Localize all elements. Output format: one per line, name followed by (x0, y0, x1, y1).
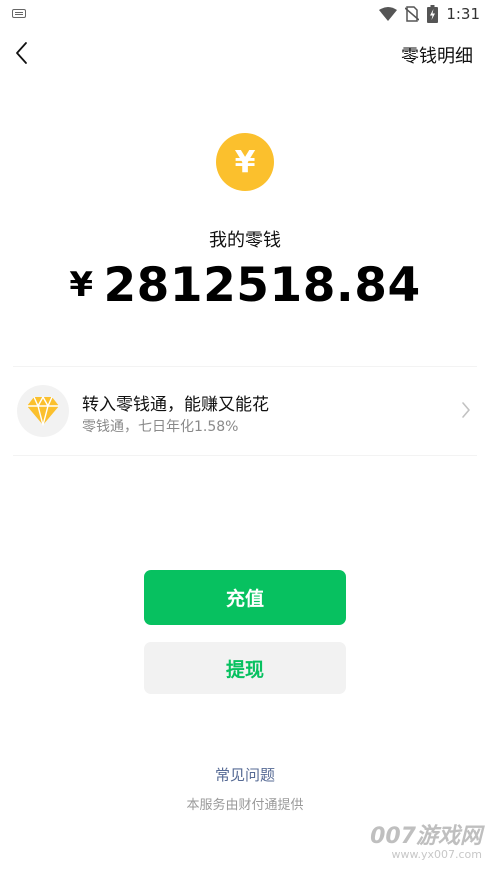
no-sim-icon (405, 6, 420, 22)
watermark: 007游戏网 www.yx007.com (370, 818, 482, 861)
chevron-right-icon (462, 402, 470, 418)
provider-text: 本服务由财付通提供 (186, 798, 304, 813)
wifi-icon (379, 7, 398, 21)
battery-charging-icon (427, 5, 439, 23)
withdraw-button[interactable]: 提现 (144, 642, 346, 694)
promo-subtitle: 零钱通，七日年化1.58% (82, 419, 239, 435)
diamond-icon (17, 385, 69, 437)
status-icons: 1:31 (379, 4, 480, 24)
watermark-logo: 007游戏网 (370, 824, 482, 849)
topup-button[interactable]: 充值 (144, 570, 346, 625)
amount-value: 2812518.84 (103, 258, 421, 313)
currency-symbol: ¥ (69, 265, 94, 305)
yen-coin-icon: ¥ (216, 133, 274, 191)
balance-details-link[interactable]: 零钱明细 (401, 42, 473, 68)
faq-link[interactable]: 常见问题 (0, 764, 490, 785)
status-bar: 1:31 (0, 0, 490, 28)
balance-amount: ¥2812518.84 (0, 258, 490, 313)
chevron-left-icon (16, 42, 27, 64)
promo-title: 转入零钱通，能赚又能花 (82, 395, 269, 415)
balance-label: 我的零钱 (209, 230, 281, 251)
back-button[interactable] (4, 36, 38, 70)
clock: 1:31 (446, 5, 480, 23)
top-bar: 零钱明细 (0, 30, 490, 76)
keyboard-icon (12, 9, 26, 18)
lingqiantong-promo[interactable]: 转入零钱通，能赚又能花 零钱通，七日年化1.58% (13, 366, 477, 456)
